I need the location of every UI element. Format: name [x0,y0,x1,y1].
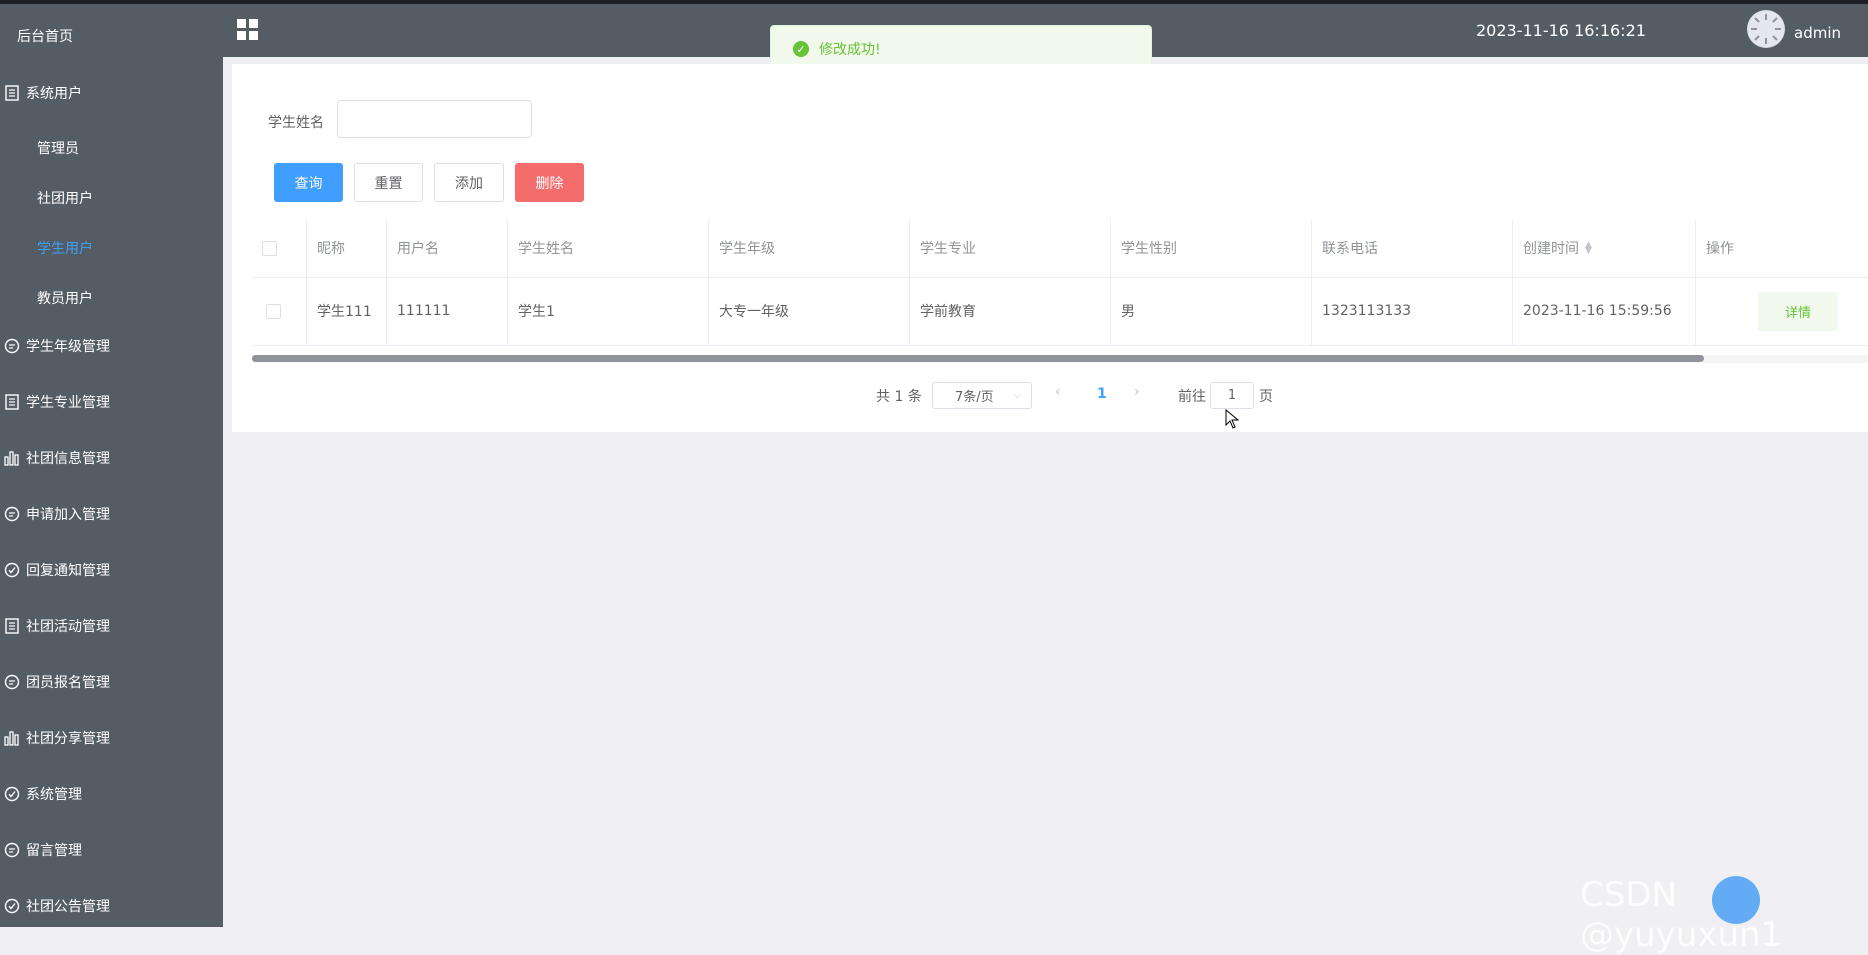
add-button[interactable]: 添加 [434,163,504,202]
sidebar-item-teacher-users[interactable]: 教员用户 [37,288,93,308]
sidebar-group-label: 回复通知管理 [26,563,110,579]
delete-button[interactable]: 删除 [515,163,584,202]
list-icon [4,85,20,101]
sidebar-group-label: 社团分享管理 [26,731,110,747]
sidebar-group-reply-notices[interactable]: 回复通知管理 [0,555,223,585]
chat-icon [4,338,20,354]
table-header-row: 昵称 用户名 学生姓名 学生年级 学生专业 学生性别 联系电话 创建时间 ▲ ▼ … [252,219,1868,278]
sidebar-group-label: 社团信息管理 [26,451,110,467]
prev-page-icon[interactable]: ‹ [1055,384,1061,400]
sidebar-group-club-share[interactable]: 社团分享管理 [0,723,223,753]
page-number-current[interactable]: 1 [1097,386,1107,402]
sidebar-group-system-admin[interactable]: 系统管理 [0,779,223,809]
cell-gender: 男 [1111,277,1312,345]
sidebar-group-club-info[interactable]: 社团信息管理 [0,443,223,473]
check-circle-icon [4,786,20,802]
column-header-created-time[interactable]: 创建时间 ▲ ▼ [1513,219,1696,277]
column-header: 学生姓名 [508,219,709,277]
cell-phone: 1323113133 [1312,277,1513,345]
cell-actions: 详情 [1696,277,1868,345]
query-button[interactable]: 查询 [274,163,343,202]
page-suffix-label: 页 [1259,389,1273,405]
check-circle-icon: ✓ [793,41,809,57]
reset-button[interactable]: 重置 [354,163,423,202]
toast-message: 修改成功! [819,42,881,58]
watermark-text: CSDN @yuyuxun1 [1580,875,1783,955]
cell-created-time: 2023-11-16 15:59:56 [1513,277,1696,345]
sidebar-group-label: 学生年级管理 [26,339,110,355]
chat-icon [4,842,20,858]
sidebar-group-label: 系统管理 [26,787,82,803]
cell-username: 111111 [387,277,508,345]
sidebar-group-club-activities[interactable]: 社团活动管理 [0,611,223,641]
pagination-total: 共 1 条 [876,389,922,405]
row-checkbox[interactable] [266,303,281,319]
sidebar-group-label: 申请加入管理 [26,507,110,523]
goto-page-input[interactable]: 1 [1210,382,1254,409]
column-header: 操作 [1706,241,1734,257]
cell-nickname: 学生111 [307,277,387,345]
menu-toggle-icon[interactable] [237,19,259,41]
select-all-checkbox[interactable] [262,240,277,256]
mouse-cursor-icon [1225,408,1240,433]
cell-student-name: 学生1 [508,277,709,345]
sidebar-group-label: 社团活动管理 [26,619,110,635]
sidebar-home[interactable]: 后台首页 [17,26,73,46]
sidebar-group-system-users[interactable]: 系统用户 [0,78,223,108]
sidebar-group-messages[interactable]: 留言管理 [0,835,223,865]
sidebar-group-label: 社团公告管理 [26,899,110,915]
page-size-value: 7条/页 [955,390,994,405]
page-size-select[interactable]: 7条/页 ⌵ [932,382,1032,409]
student-name-input[interactable] [337,100,532,138]
column-header: 联系电话 [1312,219,1513,277]
search-label: 学生姓名 [268,115,324,131]
sidebar-item-admin[interactable]: 管理员 [37,138,79,158]
row-select-cell [252,277,307,345]
chat-icon [4,674,20,690]
sidebar-group-label: 留言管理 [26,843,82,859]
chevron-down-icon: ⌵ [1013,390,1021,401]
sidebar-item-club-users[interactable]: 社团用户 [37,188,93,208]
header-datetime: 2023-11-16 16:16:21 [1476,21,1646,40]
sidebar-group-announcements[interactable]: 社团公告管理 [0,891,223,921]
table-row: 学生111 111111 学生1 大专一年级 学前教育 男 1323113133… [252,277,1868,346]
chat-icon [4,506,20,522]
sidebar-group-join-requests[interactable]: 申请加入管理 [0,499,223,529]
sort-icon[interactable]: ▲ ▼ [1585,241,1592,256]
bar-chart-icon [4,450,20,466]
cell-grade: 大专一年级 [709,277,910,345]
column-header: 学生年级 [709,219,910,277]
list-icon [4,618,20,634]
detail-button[interactable]: 详情 [1758,291,1838,331]
check-circle-icon [4,562,20,578]
sidebar-group-label: 学生专业管理 [26,395,110,411]
sidebar-group-major[interactable]: 学生专业管理 [0,387,223,417]
sidebar-item-student-users[interactable]: 学生用户 [37,238,93,258]
next-page-icon[interactable]: › [1134,384,1140,400]
column-header: 昵称 [307,219,387,277]
horizontal-scrollbar-thumb[interactable] [252,355,1704,362]
avatar[interactable] [1747,10,1785,48]
column-header: 学生专业 [910,219,1111,277]
data-table: 昵称 用户名 学生姓名 学生年级 学生专业 学生性别 联系电话 创建时间 ▲ ▼ … [252,219,1868,356]
check-circle-icon [4,898,20,914]
bar-chart-icon [4,730,20,746]
column-header-label: 创建时间 [1523,241,1579,257]
select-all-cell [252,219,307,277]
cell-major: 学前教育 [910,277,1111,345]
sidebar-group-label: 团员报名管理 [26,675,110,691]
sidebar: 后台首页 系统用户 管理员 社团用户 学生用户 教员用户 学生年级管理 学生专业… [0,4,223,927]
goto-label: 前往 [1178,389,1206,405]
column-header: 用户名 [387,219,508,277]
username-label[interactable]: admin [1794,24,1841,42]
column-header: 学生性别 [1111,219,1312,277]
sidebar-group-grade[interactable]: 学生年级管理 [0,331,223,361]
list-icon [4,394,20,410]
sidebar-group-member-signup[interactable]: 团员报名管理 [0,667,223,697]
sidebar-group-label: 系统用户 [26,86,82,102]
